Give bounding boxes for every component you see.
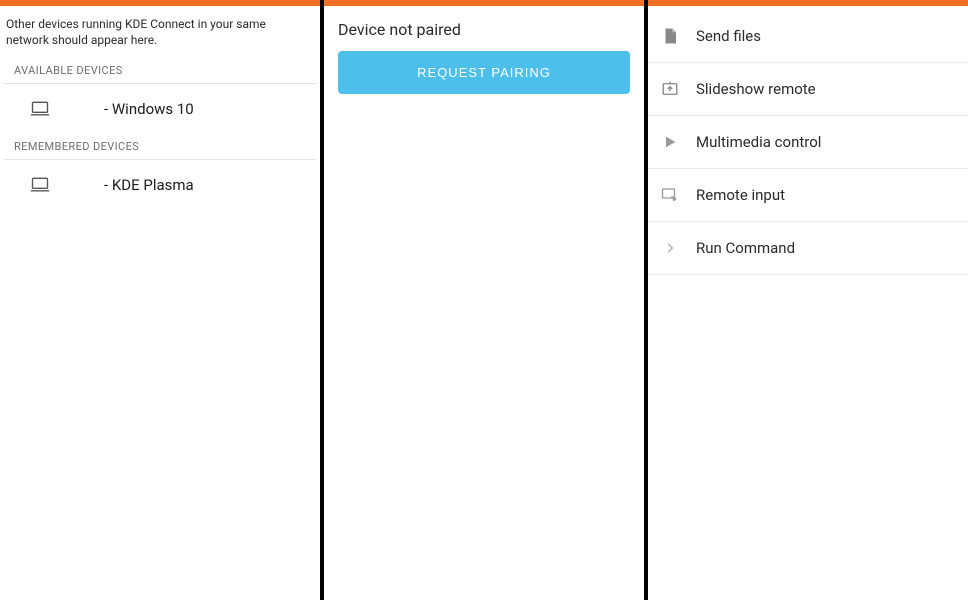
- feature-send-files[interactable]: Send files: [648, 14, 968, 63]
- device-item-kde[interactable]: - KDE Plasma: [0, 164, 320, 206]
- remembered-devices-header: REMEMBERED DEVICES: [4, 130, 316, 160]
- feature-multimedia-control[interactable]: Multimedia control: [648, 116, 968, 169]
- pairing-status: Device not paired: [338, 20, 630, 39]
- network-hint: Other devices running KDE Connect in you…: [0, 6, 300, 54]
- laptop-icon: [30, 177, 50, 193]
- remote-input-icon: [660, 185, 680, 205]
- slideshow-icon: [660, 79, 680, 99]
- file-icon: [660, 26, 680, 46]
- feature-slideshow-remote[interactable]: Slideshow remote: [648, 63, 968, 116]
- feature-label: Slideshow remote: [696, 80, 816, 98]
- feature-label: Remote input: [696, 186, 785, 204]
- feature-run-command[interactable]: Run Command: [648, 222, 968, 275]
- feature-label: Run Command: [696, 239, 795, 257]
- feature-label: Send files: [696, 27, 761, 45]
- device-label: - Windows 10: [104, 100, 194, 118]
- feature-label: Multimedia control: [696, 133, 821, 151]
- feature-remote-input[interactable]: Remote input: [648, 169, 968, 222]
- device-item-windows[interactable]: - Windows 10: [0, 88, 320, 130]
- laptop-icon: [30, 101, 50, 117]
- pairing-panel: Device not paired REQUEST PAIRING: [324, 0, 644, 600]
- features-panel: Send files Slideshow remote Multimedia c…: [648, 0, 968, 600]
- feature-list: Send files Slideshow remote Multimedia c…: [648, 6, 968, 275]
- device-label: - KDE Plasma: [104, 176, 194, 194]
- play-icon: [660, 132, 680, 152]
- chevron-right-icon: [660, 238, 680, 258]
- devices-panel: Other devices running KDE Connect in you…: [0, 0, 320, 600]
- request-pairing-button[interactable]: REQUEST PAIRING: [338, 51, 630, 94]
- available-devices-header: AVAILABLE DEVICES: [4, 54, 316, 84]
